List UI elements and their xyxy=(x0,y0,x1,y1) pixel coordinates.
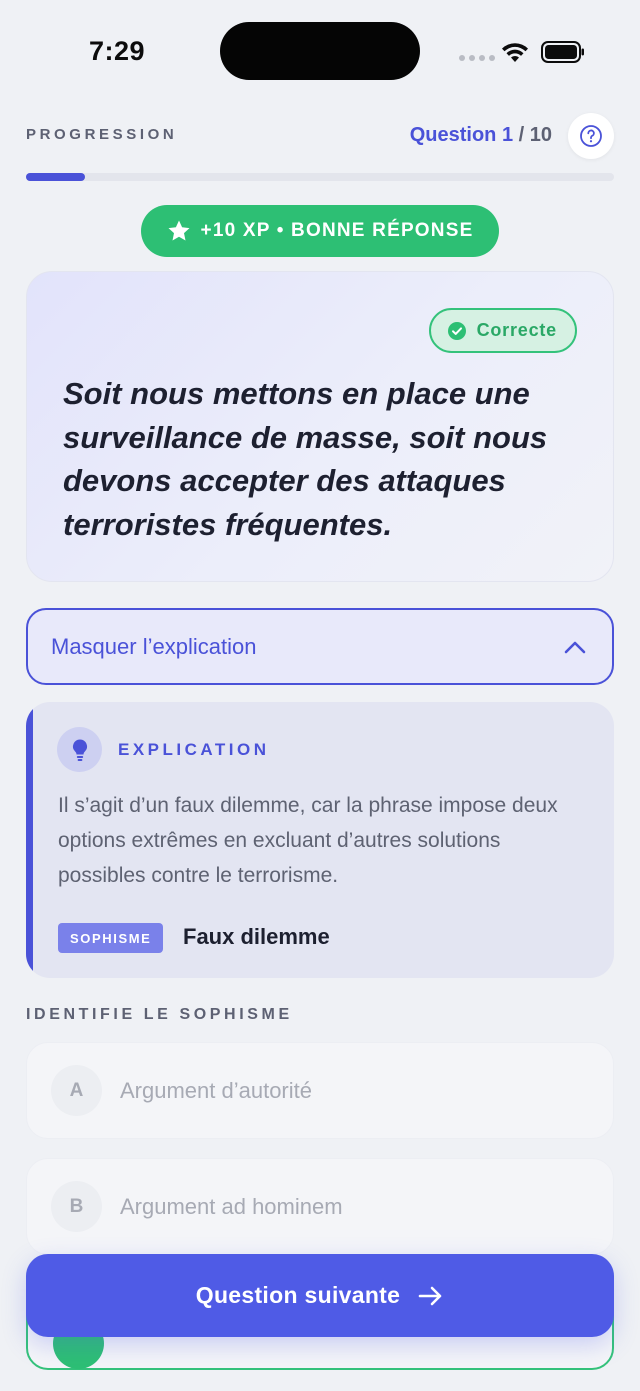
dynamic-island xyxy=(220,22,420,80)
question-word: Question xyxy=(409,124,497,146)
progress-label: PROGRESSION xyxy=(26,126,178,143)
answer-option-b[interactable]: B Argument ad hominem xyxy=(26,1158,614,1255)
lightbulb-icon xyxy=(72,739,87,761)
wifi-icon xyxy=(502,43,528,62)
explanation-body: Il s’agit d’un faux dilemme, car la phra… xyxy=(58,794,558,887)
question-separator: / xyxy=(518,124,525,146)
arrow-right-icon xyxy=(418,1286,442,1305)
status-time: 7:29 xyxy=(89,36,146,66)
explanation-title: EXPLICATION xyxy=(118,740,270,759)
battery-icon xyxy=(541,41,584,63)
question-counter: Question 1 / 10 xyxy=(410,124,552,147)
help-button[interactable] xyxy=(568,113,614,159)
correct-badge: Correcte xyxy=(428,308,577,353)
status-bar: 7:29 xyxy=(0,0,640,100)
next-question-button[interactable]: Question suivante xyxy=(26,1254,614,1337)
fallacy-tag: SOPHISME xyxy=(58,923,164,953)
option-label: Argument ad hominem xyxy=(120,1193,343,1219)
option-letter: B xyxy=(51,1181,102,1232)
lightbulb-badge xyxy=(57,727,102,772)
next-question-label: Question suivante xyxy=(195,1282,401,1308)
progress-bar-fill xyxy=(26,173,85,181)
xp-reward-badge: +10 XP • BONNE RÉPONSE xyxy=(141,205,499,257)
question-current: 1 xyxy=(501,124,514,146)
question-total: 10 xyxy=(529,124,552,146)
hide-explanation-button[interactable]: Masquer l’explication xyxy=(26,608,614,685)
check-circle-icon xyxy=(447,321,466,340)
cellular-signal-icon xyxy=(459,55,495,61)
fallacy-name: Faux dilemme xyxy=(183,924,330,949)
statement-card: Correcte Soit nous mettons en place une … xyxy=(26,271,614,582)
explanation-accent-bar xyxy=(26,702,33,978)
identify-section-label: IDENTIFIE LE SOPHISME xyxy=(26,1006,293,1023)
help-icon xyxy=(580,125,602,147)
xp-reward-text: +10 XP • BONNE RÉPONSE xyxy=(200,220,474,241)
star-icon xyxy=(168,220,190,241)
progress-bar xyxy=(26,173,614,181)
correct-badge-label: Correcte xyxy=(476,320,557,340)
hide-explanation-label: Masquer l’explication xyxy=(51,633,257,659)
option-label: Argument d’autorité xyxy=(120,1077,312,1103)
option-letter: A xyxy=(51,1065,102,1116)
explanation-card: EXPLICATION Il s’agit d’un faux dilemme,… xyxy=(26,702,614,978)
answer-option-a[interactable]: A Argument d’autorité xyxy=(26,1042,614,1139)
statement-text: Soit nous mettons en place une surveilla… xyxy=(63,376,548,542)
chevron-up-icon xyxy=(564,641,586,653)
